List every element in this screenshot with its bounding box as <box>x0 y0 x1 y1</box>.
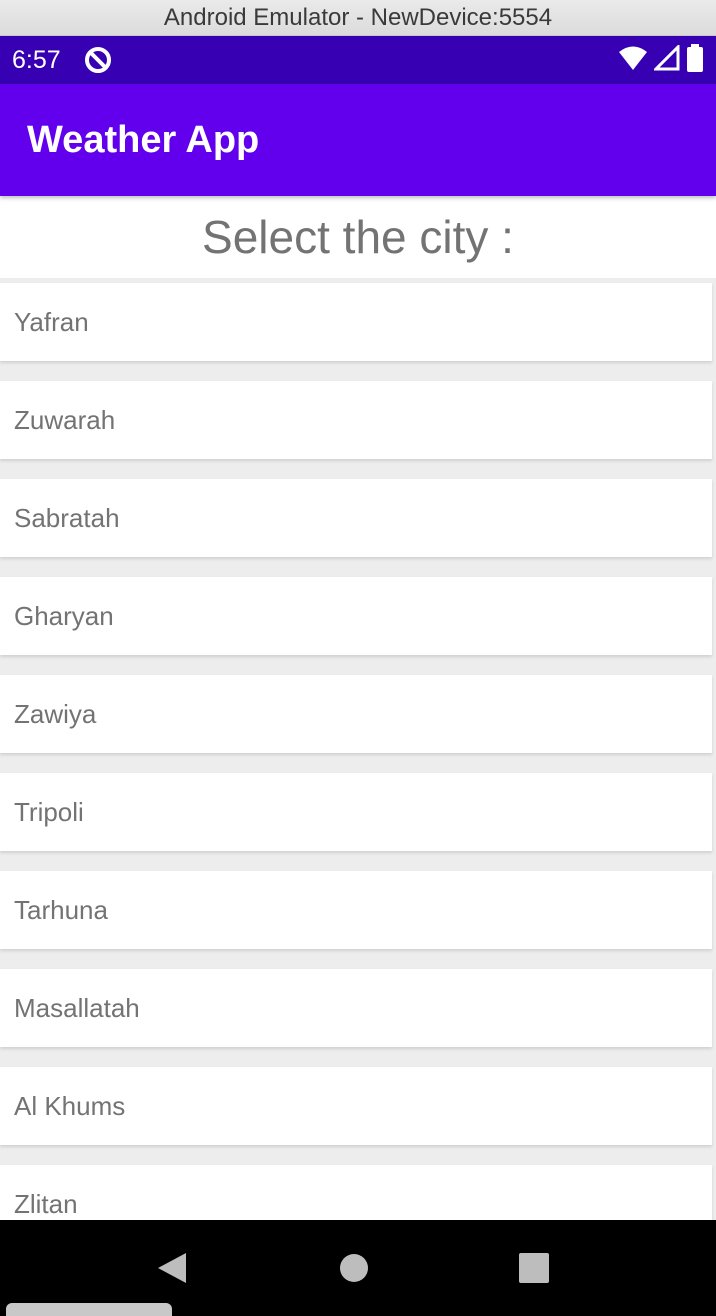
app-bar: Weather App <box>0 84 716 196</box>
city-item-tarhuna[interactable]: Tarhuna <box>0 871 712 949</box>
city-item-gharyan[interactable]: Gharyan <box>0 577 712 655</box>
status-time: 6:57 <box>12 45 61 74</box>
status-bar: 6:57 <box>0 36 716 84</box>
window-resize-handle[interactable] <box>6 1303 172 1316</box>
prompt-header: Select the city : <box>0 196 716 278</box>
emulator-window: Android Emulator - NewDevice:5554 6:57 W… <box>0 0 716 1316</box>
app-title: Weather App <box>27 118 260 161</box>
city-item-tripoli[interactable]: Tripoli <box>0 773 712 851</box>
select-city-prompt: Select the city : <box>202 211 514 263</box>
city-item-sabratah[interactable]: Sabratah <box>0 479 712 557</box>
city-item-zawiya[interactable]: Zawiya <box>0 675 712 753</box>
city-item-al-khums[interactable]: Al Khums <box>0 1067 712 1145</box>
window-titlebar[interactable]: Android Emulator - NewDevice:5554 <box>0 0 716 36</box>
window-title: Android Emulator - NewDevice:5554 <box>163 3 553 31</box>
city-label: Zlitan <box>14 1188 78 1219</box>
status-icons <box>618 42 704 77</box>
city-selection-screen[interactable]: Select the city : Yafran Zuwarah Sabrata… <box>0 196 716 1220</box>
city-item-zuwarah[interactable]: Zuwarah <box>0 381 712 459</box>
city-label: Al Khums <box>14 1090 126 1121</box>
city-item-zlitan[interactable]: Zlitan <box>0 1165 712 1220</box>
city-label: Yafran <box>14 306 89 337</box>
wifi-icon <box>618 45 648 76</box>
city-item-masallatah[interactable]: Masallatah <box>0 969 712 1047</box>
navigation-bar <box>0 1220 716 1316</box>
city-label: Gharyan <box>14 600 114 631</box>
city-label: Zawiya <box>14 698 97 729</box>
city-label: Tripoli <box>14 796 84 827</box>
city-label: Masallatah <box>14 992 140 1023</box>
city-label: Tarhuna <box>14 894 108 925</box>
back-icon[interactable] <box>156 1251 188 1285</box>
city-label: Zuwarah <box>14 404 116 435</box>
city-list[interactable]: Yafran Zuwarah Sabratah Gharyan Zawiya T… <box>0 283 716 1220</box>
home-icon[interactable] <box>339 1253 369 1283</box>
city-label: Sabratah <box>14 502 120 533</box>
do-not-disturb-icon <box>83 45 113 75</box>
signal-icon <box>652 42 680 76</box>
battery-icon <box>686 43 704 77</box>
recents-icon[interactable] <box>518 1252 550 1284</box>
city-item-yafran[interactable]: Yafran <box>0 283 712 361</box>
